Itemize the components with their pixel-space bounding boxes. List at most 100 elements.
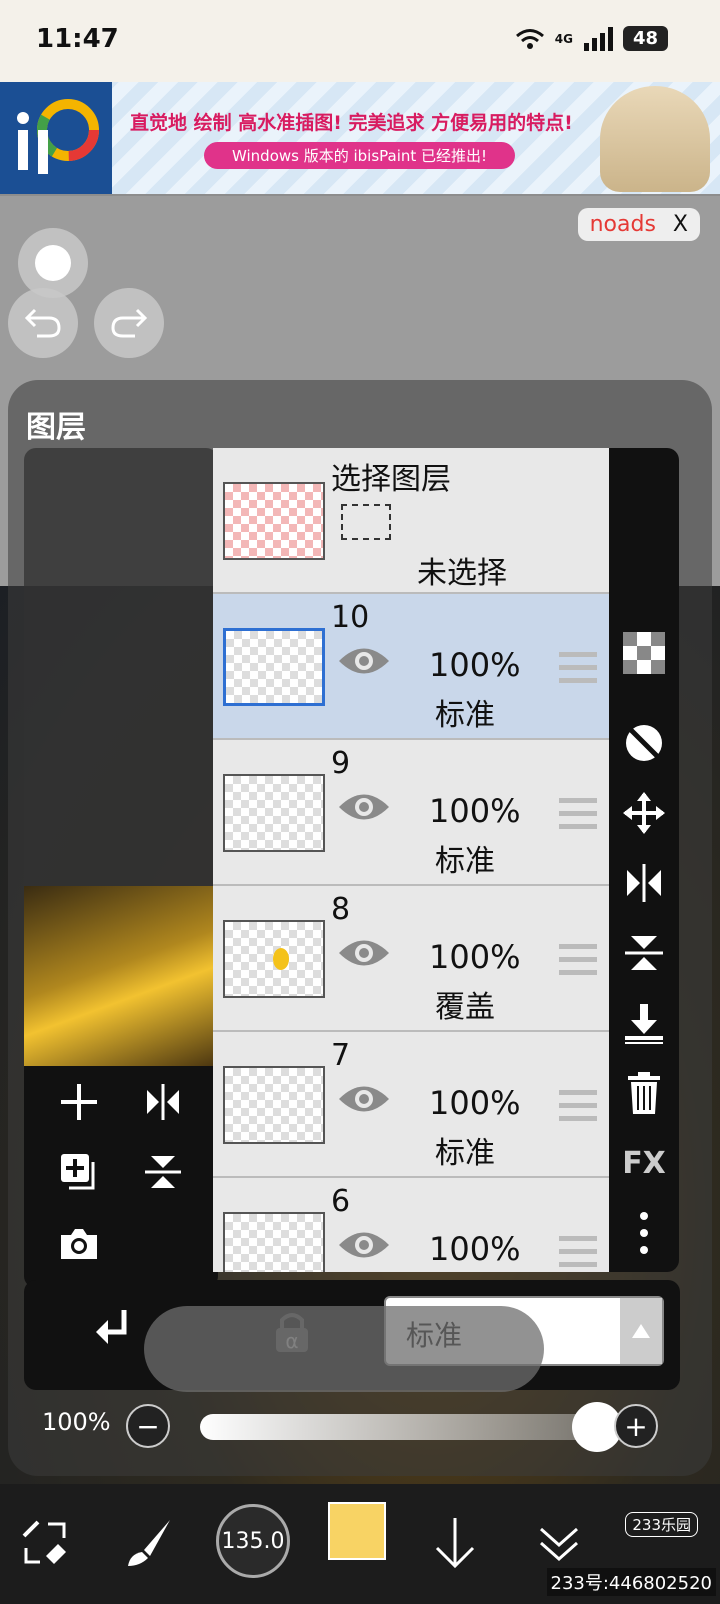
selection-layer-title: 选择图层 <box>331 462 451 497</box>
drag-handle-icon[interactable] <box>559 652 597 684</box>
wifi-icon <box>515 28 544 49</box>
canvas-preview-column <box>24 448 218 1288</box>
camera-icon <box>61 1229 97 1259</box>
brush-tool-button[interactable] <box>104 1498 194 1588</box>
layer-opacity: 100% <box>429 792 521 830</box>
clip-arrow-icon <box>96 1310 127 1344</box>
eye-icon[interactable] <box>337 1228 391 1262</box>
chevron-down-icon <box>540 1527 578 1562</box>
layer-down-button[interactable] <box>410 1498 500 1588</box>
opacity-slider-track[interactable] <box>200 1414 600 1440</box>
layer-blend-mode: 覆盖 <box>435 990 495 1025</box>
color-swatch[interactable] <box>328 1502 386 1560</box>
add-layer-button[interactable] <box>44 1072 114 1132</box>
layer-row-10[interactable]: 10 100% 标准 <box>213 594 609 740</box>
transparency-button[interactable] <box>619 628 669 678</box>
selection-layer-status: 未选择 <box>417 556 507 591</box>
layer-opacity: 100% <box>429 938 521 976</box>
move-arrows-icon <box>623 792 665 834</box>
brush-size-button[interactable]: 135.0 <box>216 1504 290 1578</box>
layer-opacity: 100% <box>429 1084 521 1122</box>
layer-thumbnail <box>223 774 325 852</box>
eye-icon[interactable] <box>337 936 391 970</box>
network-label: 4G <box>554 31 573 46</box>
brush-icon <box>128 1520 170 1566</box>
layer-number: 6 <box>331 1184 351 1219</box>
duplicate-layer-icon <box>61 1154 95 1190</box>
flip-vertical-icon <box>145 1156 181 1188</box>
close-ad-button[interactable]: X <box>673 212 688 237</box>
selection-marquee-icon <box>341 504 391 540</box>
drag-handle-icon[interactable] <box>559 944 597 976</box>
flip-horizontal-icon <box>147 1084 179 1120</box>
clipping-button[interactable] <box>619 718 669 768</box>
floating-pill-overlay <box>144 1306 544 1392</box>
merge-down-button[interactable] <box>619 998 669 1048</box>
trash-icon <box>628 1072 660 1114</box>
layer-number: 9 <box>331 746 351 781</box>
thumbnail-paint-mark <box>273 948 289 970</box>
layer-thumbnail <box>223 1212 325 1272</box>
redo-button[interactable] <box>94 288 164 358</box>
layer-opacity: 100% <box>429 646 521 684</box>
flip-layer-vertical-button[interactable] <box>619 928 669 978</box>
layer-list[interactable]: 选择图层 未选择 10 100% 标准 9 100% 标准 8 100% 覆盖 … <box>213 448 609 1272</box>
tool-switch-button[interactable] <box>0 1498 90 1588</box>
clipping-icon <box>626 725 662 761</box>
ad-character-image <box>600 86 710 192</box>
battery-indicator: 48 <box>622 26 668 51</box>
status-icons: 4G 48 <box>515 26 668 51</box>
layer-row-6[interactable]: 6 100% <box>213 1178 609 1272</box>
layer-number: 7 <box>331 1038 351 1073</box>
layer-actions-bar: FX <box>609 448 679 1272</box>
brush-dot-icon <box>35 245 71 281</box>
eye-icon[interactable] <box>337 1082 391 1116</box>
undo-icon <box>24 308 61 338</box>
flip-horizontal-button[interactable] <box>128 1072 198 1132</box>
import-photo-button[interactable] <box>44 1214 114 1274</box>
more-options-button[interactable] <box>619 1208 669 1258</box>
delete-layer-button[interactable] <box>619 1068 669 1118</box>
drag-handle-icon[interactable] <box>559 1236 597 1268</box>
layer-opacity: 100% <box>429 1230 521 1268</box>
clip-below-button[interactable] <box>94 1308 134 1356</box>
signal-icon <box>583 26 613 51</box>
ad-banner[interactable]: 直觉地 绘制 高水准插图! 完美追求 方便易用的特点! Windows 版本的 … <box>0 82 720 194</box>
drag-handle-icon[interactable] <box>559 798 597 830</box>
layer-row-7[interactable]: 7 100% 标准 <box>213 1032 609 1178</box>
layer-row-9[interactable]: 9 100% 标准 <box>213 740 609 886</box>
move-layer-button[interactable] <box>619 788 669 838</box>
layer-thumbnail <box>223 628 325 706</box>
layer-number: 10 <box>331 600 370 635</box>
brush-preview-button[interactable] <box>18 228 88 298</box>
selection-layer-thumbnail <box>223 482 325 560</box>
merge-down-icon <box>625 1004 663 1044</box>
selection-layer-row[interactable]: 选择图层 未选择 <box>213 448 609 594</box>
eye-icon[interactable] <box>337 790 391 824</box>
duplicate-layer-button[interactable] <box>44 1142 114 1202</box>
opacity-value: 100% <box>42 1408 111 1436</box>
drag-handle-icon[interactable] <box>559 1090 597 1122</box>
flip-layer-horizontal-button[interactable] <box>619 858 669 908</box>
flip-horizontal-icon <box>627 864 661 902</box>
eye-icon[interactable] <box>337 644 391 678</box>
transform-eraser-icon <box>22 1520 66 1564</box>
more-vertical-icon <box>640 1212 648 1254</box>
ad-subline: Windows 版本的 ibisPaint 已经推出! <box>204 142 516 169</box>
flip-vertical-button[interactable] <box>128 1142 198 1202</box>
opacity-increase-button[interactable]: + <box>614 1404 658 1448</box>
undo-button[interactable] <box>8 288 78 358</box>
plus-icon <box>61 1084 97 1120</box>
layer-row-8[interactable]: 8 100% 覆盖 <box>213 886 609 1032</box>
fx-button[interactable]: FX <box>619 1138 669 1188</box>
redo-icon <box>111 308 148 338</box>
noads-button[interactable]: noads X <box>577 208 700 241</box>
arrow-down-icon <box>435 1518 475 1569</box>
layer-blend-mode: 标准 <box>435 844 495 879</box>
opacity-decrease-button[interactable]: − <box>126 1404 170 1448</box>
layer-blend-mode: 标准 <box>435 698 495 733</box>
dropdown-arrow-icon[interactable] <box>620 1298 662 1364</box>
bottom-toolbar: 135.0 233乐园 233号:446802520 <box>0 1484 720 1604</box>
artwork-thumbnail[interactable] <box>24 886 218 1066</box>
layer-blend-mode: 标准 <box>435 1136 495 1171</box>
